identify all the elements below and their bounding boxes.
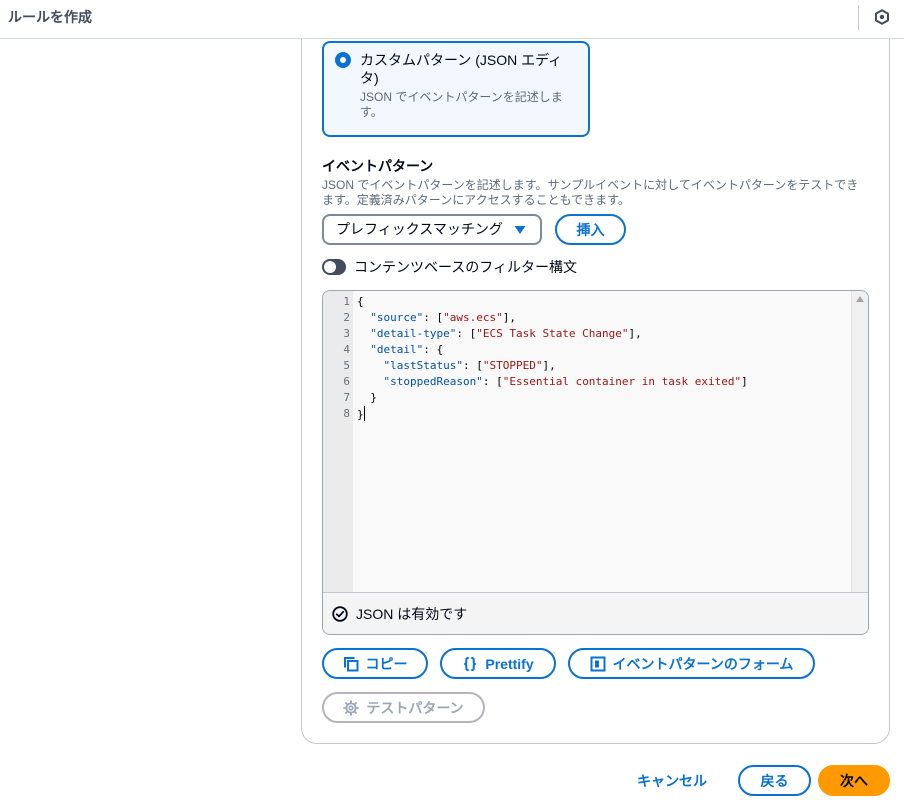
code-token-punctuation xyxy=(357,359,384,372)
next-button[interactable]: 次へ xyxy=(818,765,890,796)
validation-status-text: JSON は有効です xyxy=(356,606,468,622)
code-token-punctuation xyxy=(357,343,370,356)
curly-braces-icon xyxy=(462,656,478,672)
select-value: プレフィックスマッチング xyxy=(336,221,503,237)
scroll-up-arrow-icon[interactable] xyxy=(856,296,864,302)
code-token-key: "stoppedReason" xyxy=(383,375,483,388)
toggle-knob xyxy=(324,261,336,273)
option-label: カスタムパターン (JSON エディタ) xyxy=(360,52,563,86)
code-line: } xyxy=(357,390,851,406)
insert-button[interactable]: 挿入 xyxy=(555,214,626,245)
event-pattern-form-button-label: イベントパターンのフォーム xyxy=(612,655,794,672)
cancel-button[interactable]: キャンセル xyxy=(627,765,717,796)
copy-button[interactable]: コピー xyxy=(322,648,428,679)
copy-icon xyxy=(343,656,359,672)
radio-selected-icon[interactable] xyxy=(335,52,351,68)
option-description: JSON でイベントパターンを記述します。 xyxy=(360,90,563,119)
code-token-punctuation: : [ xyxy=(462,359,483,372)
text-cursor xyxy=(363,406,365,421)
back-button-label: 戻る xyxy=(760,772,789,789)
event-pattern-form-button[interactable]: イベントパターンのフォーム xyxy=(568,648,815,679)
code-token-punctuation: ], xyxy=(542,359,556,372)
event-pattern-heading: イベントパターン xyxy=(322,158,434,174)
next-button-label: 次へ xyxy=(840,772,868,789)
line-number: 4 xyxy=(343,343,350,356)
copy-button-label: コピー xyxy=(365,655,408,672)
validation-status-bar: JSON は有効です xyxy=(323,592,868,634)
code-token-punctuation: : [ xyxy=(456,327,477,340)
line-number: 5 xyxy=(343,359,350,372)
check-circle-icon xyxy=(332,606,348,622)
code-token-punctuation: : [ xyxy=(482,375,503,388)
code-token-string: "aws.ecs" xyxy=(443,311,503,324)
line-number: 7 xyxy=(343,391,350,404)
code-line: "source": ["aws.ecs"], xyxy=(357,310,851,326)
code-token-punctuation: ], xyxy=(502,311,516,324)
test-pattern-button-label: テストパターン xyxy=(366,699,464,716)
content-filter-toggle-label: コンテンツベースのフィルター構文 xyxy=(354,259,578,275)
code-line: "lastStatus": ["STOPPED"], xyxy=(357,358,851,374)
line-number: 1 xyxy=(343,295,350,308)
line-number: 8 xyxy=(343,407,350,420)
matching-type-select[interactable]: プレフィックスマッチング xyxy=(322,214,542,245)
code-token-punctuation xyxy=(357,375,384,388)
code-token-punctuation xyxy=(357,327,370,340)
event-pattern-description: JSON でイベントパターンを記述します。サンプルイベントに対してイベントパター… xyxy=(322,178,859,207)
code-token-punctuation: ], xyxy=(628,327,642,340)
line-number: 3 xyxy=(343,327,350,340)
code-token-key: "detail-type" xyxy=(370,327,457,340)
line-number-gutter: 1 2 3 4 5 6 7 8 xyxy=(323,291,353,592)
gear-icon xyxy=(343,699,360,716)
page-header: ルールを作成 xyxy=(0,0,904,39)
code-token-punctuation: ] xyxy=(741,375,748,388)
code-token-punctuation: } xyxy=(357,408,364,421)
back-button[interactable]: 戻る xyxy=(738,765,811,796)
code-token-key: "source" xyxy=(370,311,424,324)
form-view-icon xyxy=(590,656,606,672)
page-title: ルールを作成 xyxy=(8,9,92,25)
code-token-string: "Essential container in task exited" xyxy=(502,375,742,388)
code-line: "detail": { xyxy=(357,342,851,358)
editor-scrollbar[interactable] xyxy=(851,291,868,592)
radio-dot xyxy=(340,57,346,63)
json-code-editor: 12345678 { "source": ["aws.ecs"], "detai… xyxy=(322,290,869,635)
custom-pattern-option[interactable]: カスタムパターン (JSON エディタ) JSON でイベントパターンを記述しま… xyxy=(322,41,590,137)
cancel-button-label: キャンセル xyxy=(637,772,707,789)
content-filter-toggle[interactable] xyxy=(322,259,346,275)
code-token-string: "ECS Task State Change" xyxy=(476,327,629,340)
code-token-punctuation: : [ xyxy=(423,311,444,324)
code-line: "detail-type": ["ECS Task State Change"]… xyxy=(357,326,851,342)
line-number: 2 xyxy=(343,311,350,324)
header-divider xyxy=(858,5,859,30)
code-line: { xyxy=(357,294,851,310)
code-line: } xyxy=(357,406,851,422)
insert-button-label: 挿入 xyxy=(576,221,605,238)
code-token-key: "detail" xyxy=(370,343,424,356)
prettify-button[interactable]: Prettify xyxy=(440,648,556,679)
code-line: "stoppedReason": ["Essential container i… xyxy=(357,374,851,390)
code-token-punctuation: } xyxy=(357,391,377,404)
code-token-punctuation xyxy=(357,311,370,324)
hexagon-panel-icon[interactable] xyxy=(874,9,890,25)
line-number: 6 xyxy=(343,375,350,388)
code-token-string: "STOPPED" xyxy=(482,359,543,372)
code-token-key: "lastStatus" xyxy=(383,359,463,372)
code-token-punctuation: : { xyxy=(423,343,444,356)
code-editor-content[interactable]: { "source": ["aws.ecs"], "detail-type": … xyxy=(353,291,851,592)
prettify-button-label: Prettify xyxy=(485,655,534,672)
caret-down-icon xyxy=(514,225,526,235)
test-pattern-button[interactable]: テストパターン xyxy=(322,692,485,723)
code-token-punctuation: { xyxy=(357,295,364,308)
